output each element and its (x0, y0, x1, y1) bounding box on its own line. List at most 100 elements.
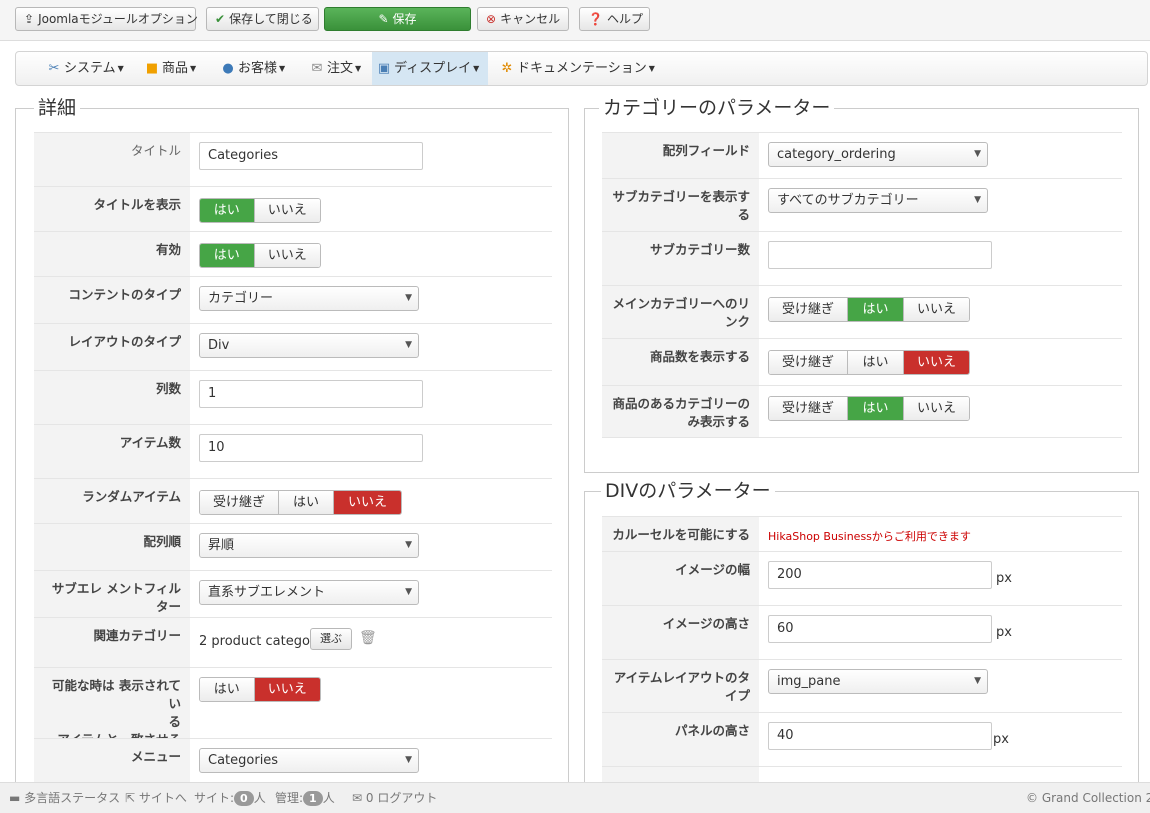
row-main-link: メインカテゴリーへのリンク 受け継ぎ はい いいえ (602, 285, 1122, 338)
row-carousel: カルーセルを可能にする HikaShop Businessからご利用できます (602, 516, 1122, 551)
row-img-width: イメージの幅 200 px (602, 551, 1122, 605)
img-width-unit: px (996, 571, 1012, 586)
yes-option[interactable]: はい (200, 199, 255, 222)
tools-icon: ✂ (48, 61, 60, 76)
save-close-button[interactable]: ✔ 保存して閉じる (206, 7, 319, 31)
yes-option[interactable]: はい (848, 351, 904, 374)
caret-down-icon: ▼ (355, 64, 362, 73)
yes-option[interactable]: はい (200, 244, 255, 267)
logout-link[interactable]: ✉ 0 ログアウト (352, 783, 437, 813)
select-category-button[interactable]: 選ぶ (310, 628, 352, 650)
main-menu: ✂ システム ▼ ■ 商品 ▼ ● お客様 ▼ ✉ 注文 ▼ ▣ ディスプレイ ▼ ✲ ドキュメンテー… (15, 51, 1148, 86)
title-label: タイトル (34, 133, 190, 186)
row-panel-height: パネルの高さ 40 px (602, 712, 1122, 766)
title-input[interactable]: Categories (199, 142, 423, 170)
main-link-toggle: 受け継ぎ はい いいえ (768, 297, 970, 322)
cancel-button[interactable]: ⊗ キャンセル (477, 7, 569, 31)
items-input[interactable]: 10 (199, 434, 423, 462)
inherit-option[interactable]: 受け継ぎ (769, 351, 848, 374)
inherit-option[interactable]: 受け継ぎ (769, 397, 848, 420)
no-option[interactable]: いいえ (254, 678, 320, 701)
yes-option[interactable]: はい (848, 298, 904, 321)
show-title-toggle: はい いいえ (199, 198, 321, 223)
show-sub-select[interactable]: すべてのサブカテゴリー ▼ (768, 188, 988, 213)
menu-system[interactable]: ✂ システム ▼ (42, 52, 128, 85)
help-button[interactable]: ❓ ヘルプ (579, 7, 650, 31)
menu-orders[interactable]: ✉ 注文 ▼ (305, 52, 365, 85)
yes-option[interactable]: はい (279, 491, 334, 514)
inherit-option[interactable]: 受け継ぎ (200, 491, 279, 514)
row-show-sub: サブカテゴリーを表示す る すべてのサブカテゴリー ▼ (602, 178, 1122, 231)
img-height-unit: px (996, 625, 1012, 640)
match-toggle: はい いいえ (199, 677, 321, 702)
img-height-input[interactable]: 60 (768, 615, 992, 643)
chevron-down-icon: ▼ (405, 540, 412, 550)
admin-count-badge: 1 (303, 791, 323, 806)
details-legend: 詳細 (34, 96, 81, 120)
item-layout-select[interactable]: img_pane ▼ (768, 669, 988, 694)
carousel-label: カルーセルを可能にする (602, 517, 759, 551)
no-option[interactable]: いいえ (904, 351, 969, 374)
items-label: アイテム数 (34, 425, 190, 478)
row-match: 可能な時は 表示されてい る アイテムと一致させる はい いいえ (34, 667, 552, 747)
category-params-legend: カテゴリーのパラメーター (599, 96, 835, 120)
img-width-input[interactable]: 200 (768, 561, 992, 589)
row-show-title: タイトルを表示 はい いいえ (34, 186, 552, 231)
img-height-label: イメージの高さ (602, 606, 759, 659)
row-order-field: 配列フィールド category_ordering ▼ (602, 132, 1122, 178)
menu-customers[interactable]: ● お客様 ▼ (216, 52, 289, 85)
row-sub-filter: サブエレ メントフィルター 直系サブエレメント ▼ (34, 570, 552, 617)
order-label: 配列順 (34, 524, 190, 570)
menu-select[interactable]: Categories ▼ (199, 748, 419, 773)
columns-input[interactable]: 1 (199, 380, 423, 408)
div-params-legend: DIVのパラメーター (601, 479, 775, 503)
enabled-label: 有効 (34, 232, 190, 276)
inherit-option[interactable]: 受け継ぎ (769, 298, 848, 321)
no-option[interactable]: いいえ (254, 244, 320, 267)
order-select[interactable]: 昇順 ▼ (199, 533, 419, 558)
view-site-link[interactable]: ⇱ サイトへ (125, 783, 187, 813)
menu-products[interactable]: ■ 商品 ▼ (140, 52, 200, 85)
content-type-select[interactable]: カテゴリー ▼ (199, 286, 419, 311)
menu-display[interactable]: ▣ ディスプレイ ▼ (372, 52, 488, 85)
sub-count-label: サブカテゴリー数 (602, 232, 759, 285)
order-field-select[interactable]: category_ordering ▼ (768, 142, 988, 167)
status-bar: ▬ 多言語ステータス ⇱ サイトへ サイト: 0 人 管理: 1 人 ✉ 0 ログアウト… (0, 782, 1150, 813)
no-option[interactable]: いいえ (334, 491, 401, 514)
chevron-down-icon: ▼ (974, 676, 981, 686)
product-count-label: 商品数を表示する (602, 339, 759, 385)
joomla-module-options-button[interactable]: ⇪ Joomlaモジュールオプション (15, 7, 198, 31)
chevron-down-icon: ▼ (405, 293, 412, 303)
no-option[interactable]: いいえ (904, 397, 969, 420)
external-link-icon: ⇱ (125, 791, 136, 805)
enabled-toggle: はい いいえ (199, 243, 321, 268)
row-items: アイテム数 10 (34, 424, 552, 478)
related-label: 関連カテゴリー (34, 618, 190, 667)
no-option[interactable]: いいえ (904, 298, 969, 321)
row-random: ランダムアイテム 受け継ぎ はい いいえ (34, 478, 552, 523)
multilang-status[interactable]: ▬ 多言語ステータス (9, 783, 120, 813)
no-option[interactable]: いいえ (254, 199, 320, 222)
menu-documentation[interactable]: ✲ ドキュメンテーション ▼ (495, 52, 659, 85)
layout-type-select[interactable]: Div ▼ (199, 333, 419, 358)
div-params-panel: DIVのパラメーター カルーセルを可能にする HikaShop Business… (584, 479, 1139, 801)
row-title: タイトル Categories (34, 132, 552, 186)
panel-height-input[interactable]: 40 (768, 722, 992, 750)
save-button[interactable]: ✎ 保存 (324, 7, 471, 31)
caret-down-icon: ▼ (473, 64, 480, 73)
sub-count-input[interactable] (768, 241, 992, 269)
yes-option[interactable]: はい (848, 397, 904, 420)
random-label: ランダムアイテム (34, 479, 190, 523)
row-item-layout: アイテムレイアウトのタイプ img_pane ▼ (602, 659, 1122, 712)
panel-height-unit: px (993, 732, 1009, 747)
sub-filter-select[interactable]: 直系サブエレメント ▼ (199, 580, 419, 605)
chevron-down-icon: ▼ (405, 755, 412, 765)
trash-icon[interactable]: 🗑 (359, 630, 377, 646)
yes-option[interactable]: はい (200, 678, 255, 701)
gear-icon: ✲ (501, 61, 513, 76)
document-icon: ✉ (311, 61, 323, 76)
product-count-toggle: 受け継ぎ はい いいえ (768, 350, 970, 375)
site-count-badge: 0 (234, 791, 254, 806)
row-enabled: 有効 はい いいえ (34, 231, 552, 276)
row-only-with-products: 商品のあるカテゴリーの み表示する 受け継ぎ はい いいえ (602, 385, 1122, 438)
